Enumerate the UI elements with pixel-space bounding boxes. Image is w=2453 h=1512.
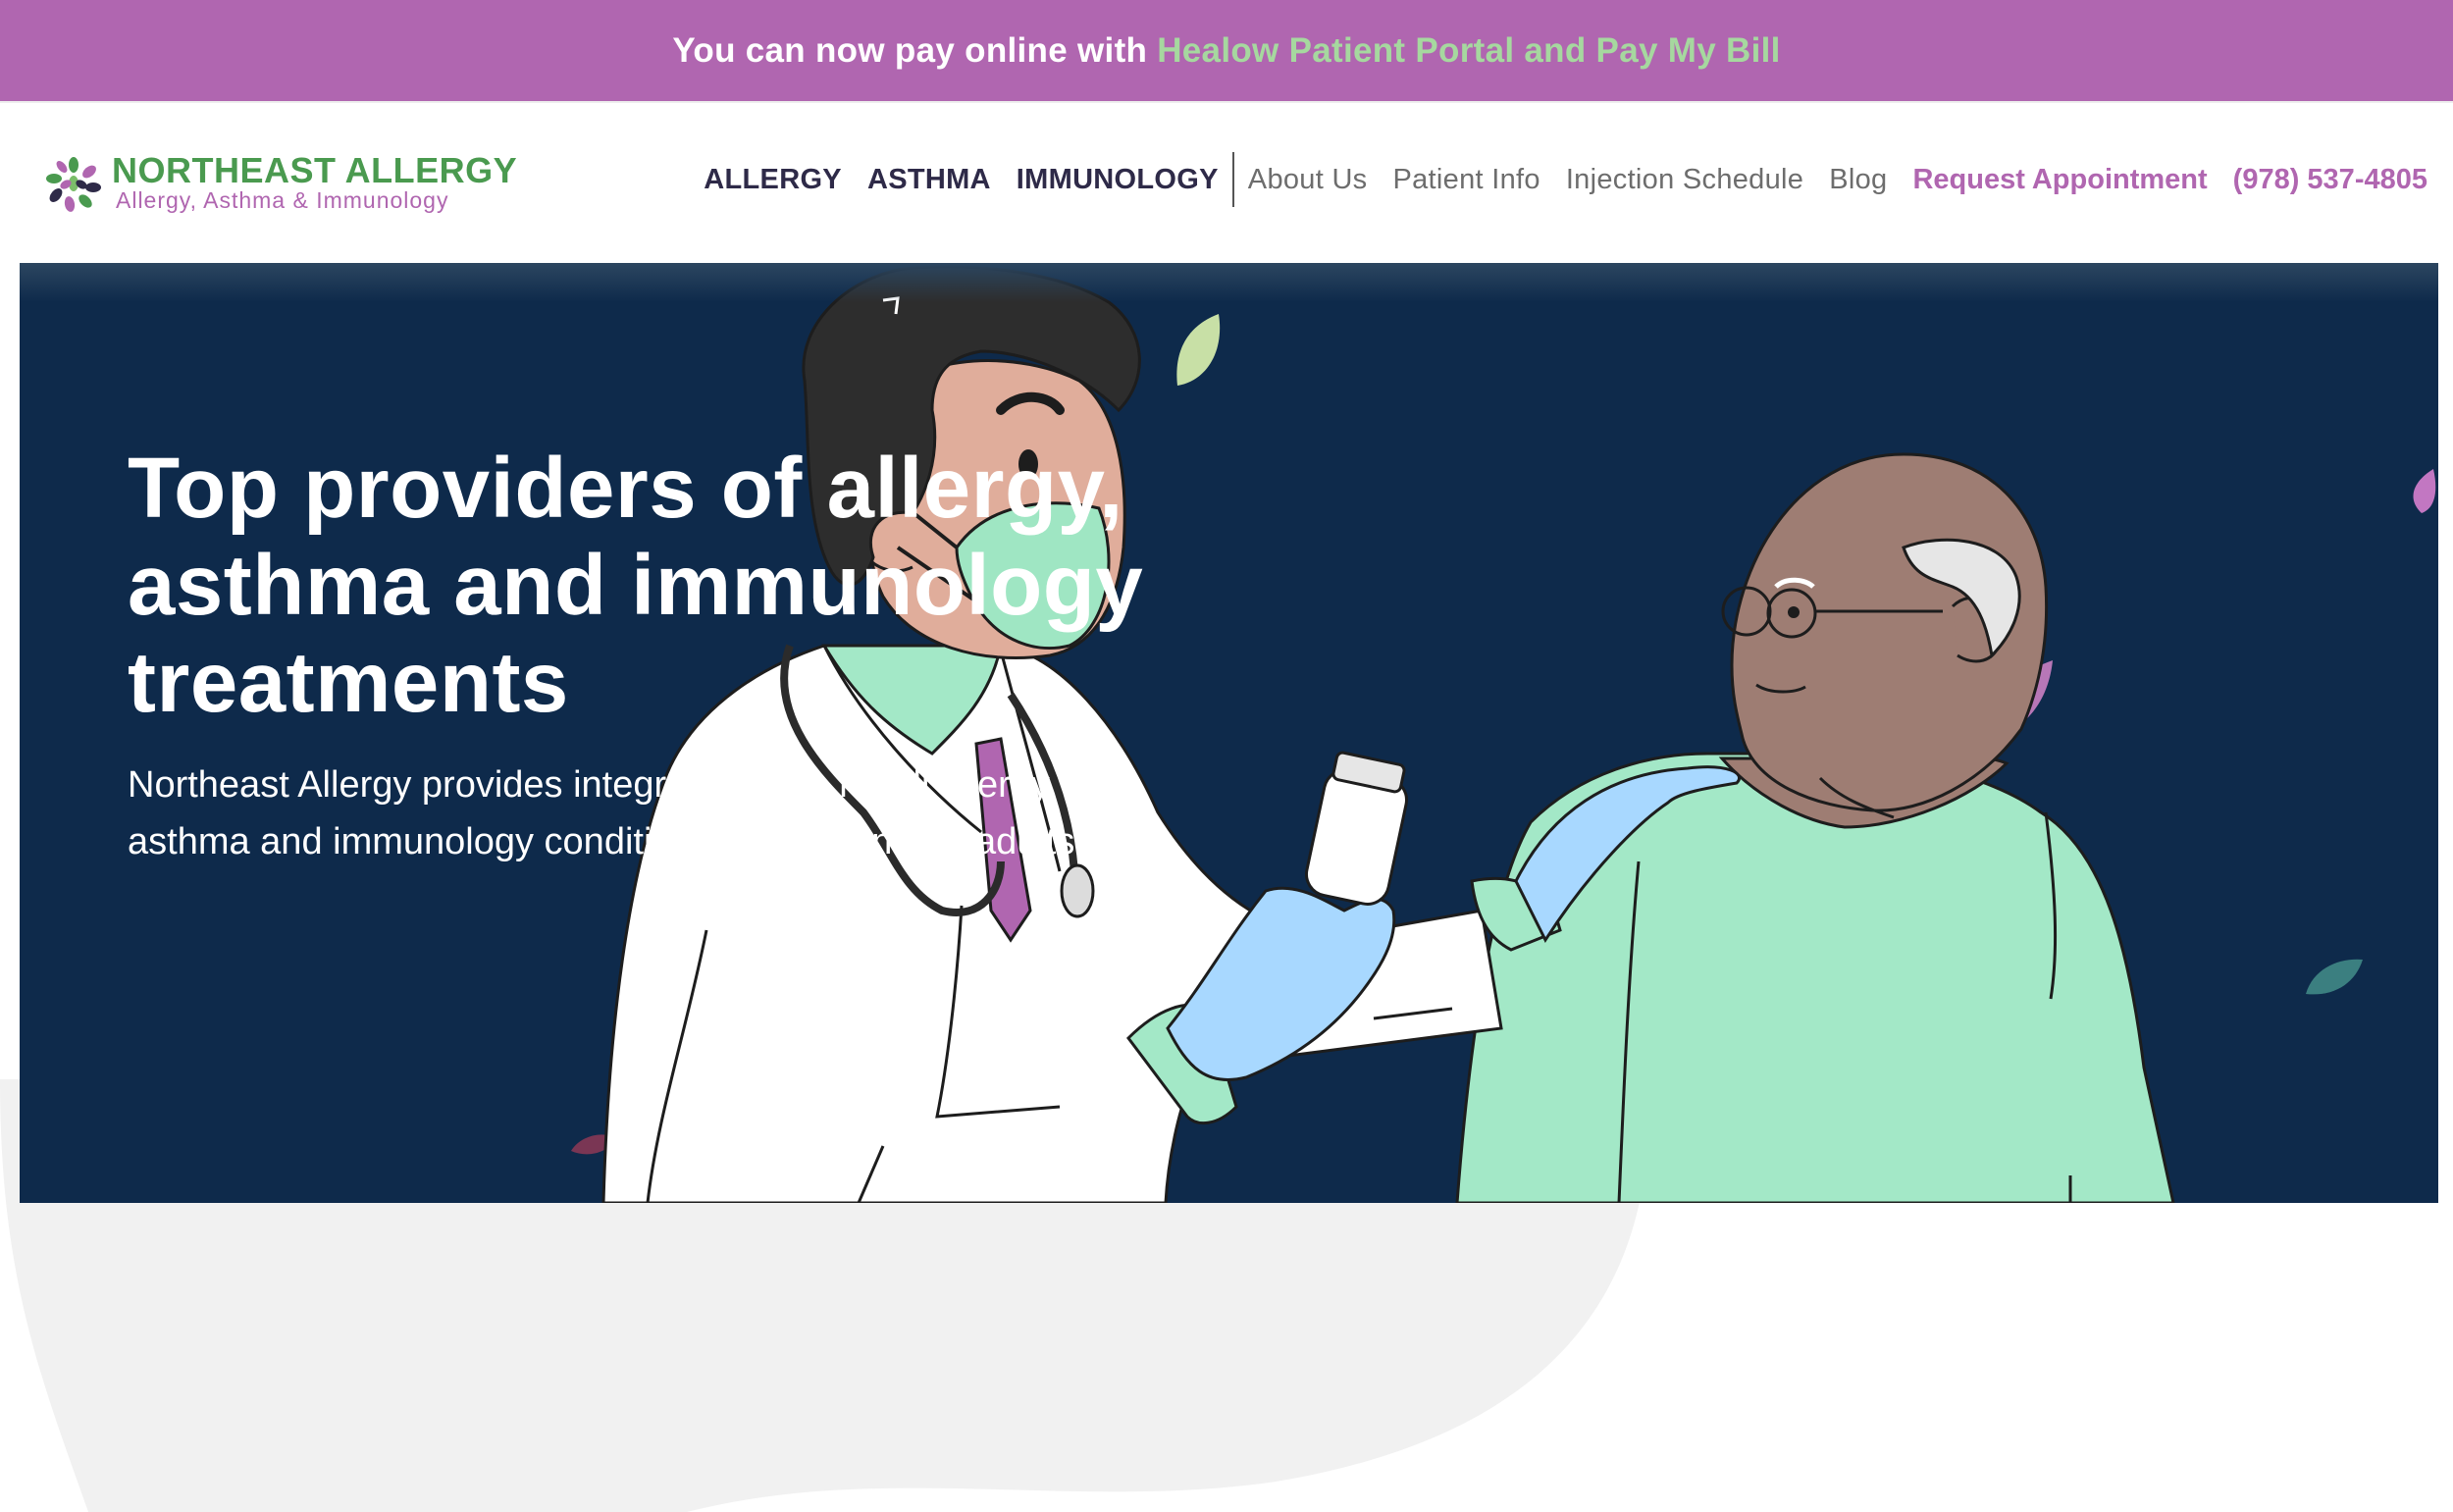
green-leaf-decoration xyxy=(1176,314,1221,386)
nav-immunology[interactable]: IMMUNOLOGY xyxy=(1017,164,1219,196)
phone-number-link[interactable]: (978) 537-4805 xyxy=(2233,164,2427,196)
nav-about-us[interactable]: About Us xyxy=(1248,164,1368,196)
hero-description: Northeast Allergy provides integrative c… xyxy=(128,764,1085,862)
banner-text: You can now pay online with xyxy=(672,30,1148,70)
nav-divider xyxy=(1231,152,1234,207)
patient-portal-link[interactable]: Healow Patient Portal and Pay My Bill xyxy=(1157,31,1780,71)
nav-asthma[interactable]: ASTHMA xyxy=(867,164,991,196)
nav-blog[interactable]: Blog xyxy=(1829,164,1887,196)
teal-leaf-decoration xyxy=(2306,959,2363,995)
nav-allergy[interactable]: ALLERGY xyxy=(704,164,842,196)
site-header: NORTHEAST ALLERGY Allergy, Asthma & Immu… xyxy=(0,101,2453,263)
hero-text-block: Top providers of allergy, asthma and imm… xyxy=(128,440,1158,870)
hero-headline: Top providers of allergy, asthma and imm… xyxy=(128,441,1144,730)
payment-banner: You can now pay online with Healow Patie… xyxy=(0,0,2453,101)
request-appointment-link[interactable]: Request Appointment xyxy=(1912,164,2207,196)
hero-section: Top providers of allergy, asthma and imm… xyxy=(20,263,2438,1203)
nav-injection-schedule[interactable]: Injection Schedule xyxy=(1566,164,1803,196)
page: You can now pay online with Healow Patie… xyxy=(0,0,2453,1512)
logo-title: NORTHEAST ALLERGY xyxy=(112,150,518,190)
logo-subtitle: Allergy, Asthma & Immunology xyxy=(116,187,449,213)
site-logo[interactable]: NORTHEAST ALLERGY Allergy, Asthma & Immu… xyxy=(45,150,518,213)
nav-patient-info[interactable]: Patient Info xyxy=(1392,164,1540,196)
leaf-cluster-logo-icon xyxy=(46,157,101,212)
purple-leaf-decoration xyxy=(2413,469,2436,513)
main-navigation: ALLERGY ASTHMA IMMUNOLOGY About Us Patie… xyxy=(704,152,2427,207)
hero-top-shade xyxy=(20,263,2438,302)
